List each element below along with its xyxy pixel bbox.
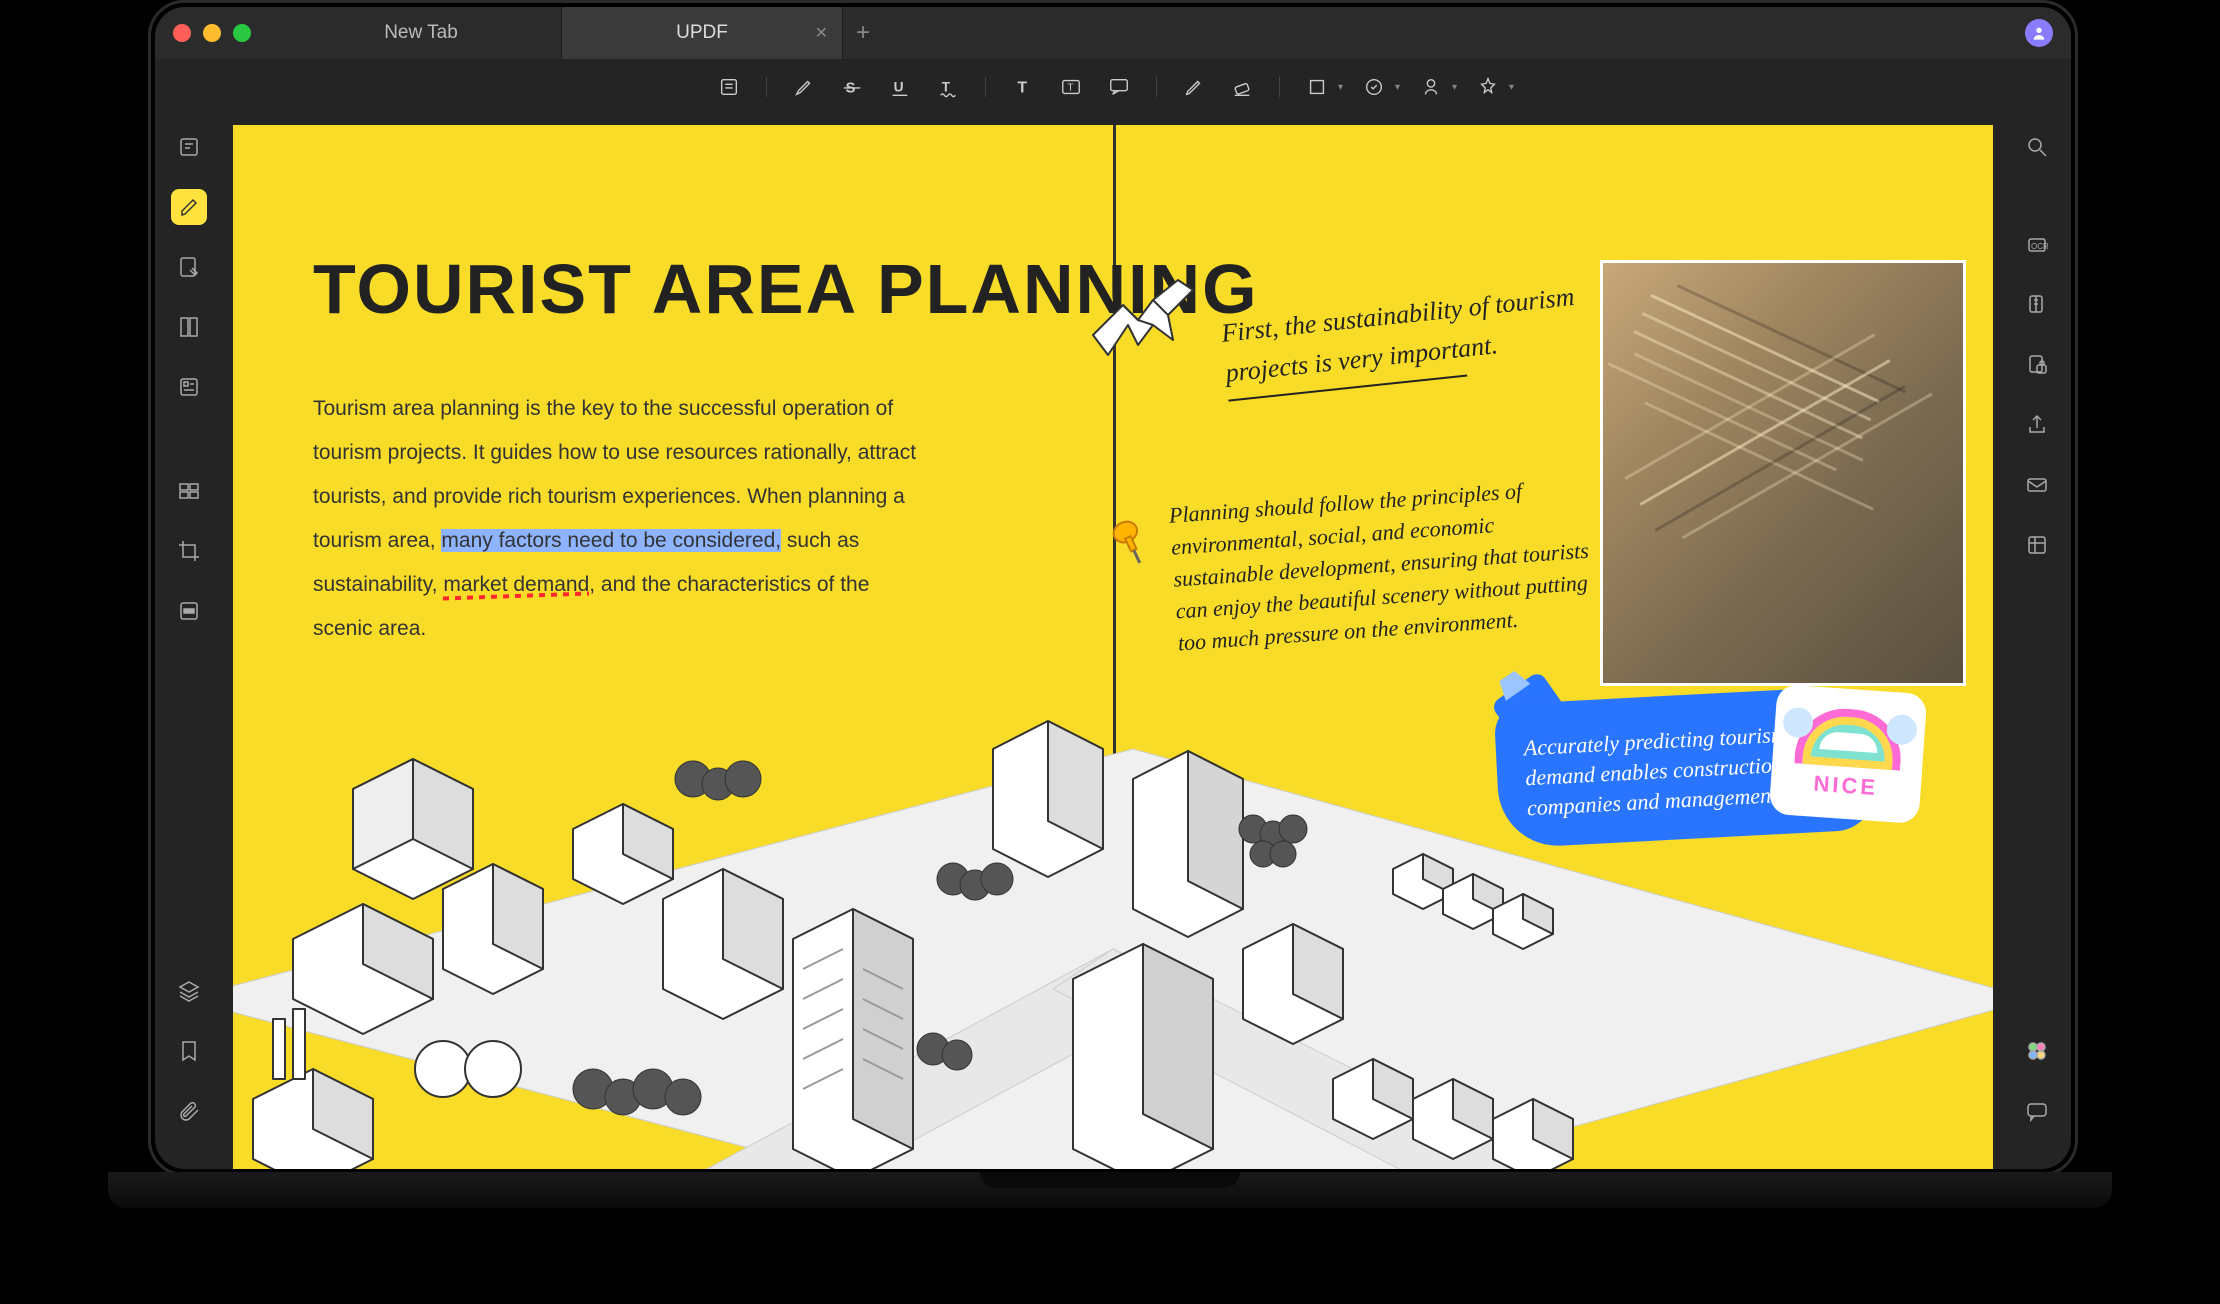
tab-updf[interactable]: UPDF ✕ bbox=[562, 7, 843, 59]
signature-tool[interactable] bbox=[1414, 70, 1448, 104]
stamp-tool[interactable] bbox=[1357, 70, 1391, 104]
close-window-button[interactable] bbox=[173, 24, 191, 42]
email-icon[interactable] bbox=[2019, 467, 2055, 503]
document-viewport[interactable]: TOURIST AREA PLANNING Tourism area plann… bbox=[223, 115, 2003, 1169]
pdf-page: TOURIST AREA PLANNING Tourism area plann… bbox=[233, 125, 1993, 1169]
new-tab-button[interactable]: + bbox=[843, 19, 883, 47]
flatten-icon[interactable] bbox=[2019, 527, 2055, 563]
tab-new[interactable]: New Tab bbox=[281, 7, 562, 59]
text-box-tool[interactable]: T bbox=[1054, 70, 1088, 104]
svg-text:T: T bbox=[1017, 80, 1027, 97]
note-tool[interactable] bbox=[712, 70, 746, 104]
pushpin-icon bbox=[1103, 515, 1157, 574]
eraser-tool[interactable] bbox=[1225, 70, 1259, 104]
tab-label: New Tab bbox=[384, 22, 458, 44]
title-bar: New Tab UPDF ✕ + bbox=[155, 7, 2071, 59]
annotation-toolbar: S U T T T ▾ ▾ ▾ ▾ bbox=[155, 59, 2071, 115]
photo-attachment bbox=[1603, 263, 1963, 683]
bookmark-icon[interactable] bbox=[171, 1033, 207, 1069]
laptop-frame: New Tab UPDF ✕ + S U T T T ▾ ▾ ▾ ▾ bbox=[148, 0, 2078, 1176]
body-text: Tourism area planning is the key to the … bbox=[313, 387, 933, 651]
handwritten-note-1: First, the sustainability of tourism pro… bbox=[1219, 276, 1586, 401]
underline-tool[interactable]: U bbox=[883, 70, 917, 104]
city-illustration bbox=[233, 649, 1993, 1169]
shape-tool[interactable] bbox=[1300, 70, 1334, 104]
organize-mode[interactable] bbox=[171, 473, 207, 509]
close-tab-icon[interactable]: ✕ bbox=[815, 23, 828, 43]
svg-text:OCR: OCR bbox=[2031, 242, 2049, 251]
ocr-icon[interactable]: OCR bbox=[2019, 227, 2055, 263]
text-tool[interactable]: T bbox=[1006, 70, 1040, 104]
minimize-window-button[interactable] bbox=[203, 24, 221, 42]
edit-mode[interactable] bbox=[171, 249, 207, 285]
layers-icon[interactable] bbox=[171, 973, 207, 1009]
left-sidebar bbox=[155, 115, 223, 1169]
handwritten-note-2: Planning should follow the principles of… bbox=[1168, 471, 1598, 660]
tab-label: UPDF bbox=[676, 22, 728, 44]
squiggly-tool[interactable]: T bbox=[931, 70, 965, 104]
redact-mode[interactable] bbox=[171, 593, 207, 629]
main-area: TOURIST AREA PLANNING Tourism area plann… bbox=[155, 115, 2071, 1169]
chevron-down-icon[interactable]: ▾ bbox=[1509, 82, 1514, 93]
ai-icon[interactable] bbox=[2019, 1033, 2055, 1069]
svg-text:T: T bbox=[942, 80, 951, 95]
highlighter-tool[interactable] bbox=[787, 70, 821, 104]
svg-text:T: T bbox=[1067, 83, 1073, 94]
text-callout-tool[interactable] bbox=[1102, 70, 1136, 104]
reader-mode[interactable] bbox=[171, 129, 207, 165]
annotate-mode[interactable] bbox=[171, 189, 207, 225]
forms-mode[interactable] bbox=[171, 369, 207, 405]
account-avatar[interactable] bbox=[2025, 19, 2053, 47]
pencil-tool[interactable] bbox=[1177, 70, 1211, 104]
chevron-down-icon[interactable]: ▾ bbox=[1452, 82, 1457, 93]
app-window: New Tab UPDF ✕ + S U T T T ▾ ▾ ▾ ▾ bbox=[155, 7, 2071, 1169]
user-icon bbox=[2031, 25, 2047, 41]
strikethrough-tool[interactable]: S bbox=[835, 70, 869, 104]
right-sidebar: OCR bbox=[2003, 115, 2071, 1169]
crop-mode[interactable] bbox=[171, 533, 207, 569]
protect-icon[interactable] bbox=[2019, 347, 2055, 383]
compress-icon[interactable] bbox=[2019, 287, 2055, 323]
chat-icon[interactable] bbox=[2019, 1093, 2055, 1129]
window-controls bbox=[173, 24, 251, 42]
attachment-icon[interactable] bbox=[171, 1093, 207, 1129]
crane-sticker bbox=[1083, 265, 1203, 375]
laptop-notch bbox=[980, 1172, 1240, 1188]
sticker-tool[interactable] bbox=[1471, 70, 1505, 104]
fullscreen-window-button[interactable] bbox=[233, 24, 251, 42]
share-icon[interactable] bbox=[2019, 407, 2055, 443]
chevron-down-icon[interactable]: ▾ bbox=[1338, 82, 1343, 93]
squiggly-text: market demand bbox=[443, 573, 589, 596]
highlighted-text: many factors need to be considered, bbox=[441, 529, 781, 552]
search-icon[interactable] bbox=[2019, 129, 2055, 165]
svg-text:U: U bbox=[894, 80, 904, 95]
page-mode[interactable] bbox=[171, 309, 207, 345]
chevron-down-icon[interactable]: ▾ bbox=[1395, 82, 1400, 93]
